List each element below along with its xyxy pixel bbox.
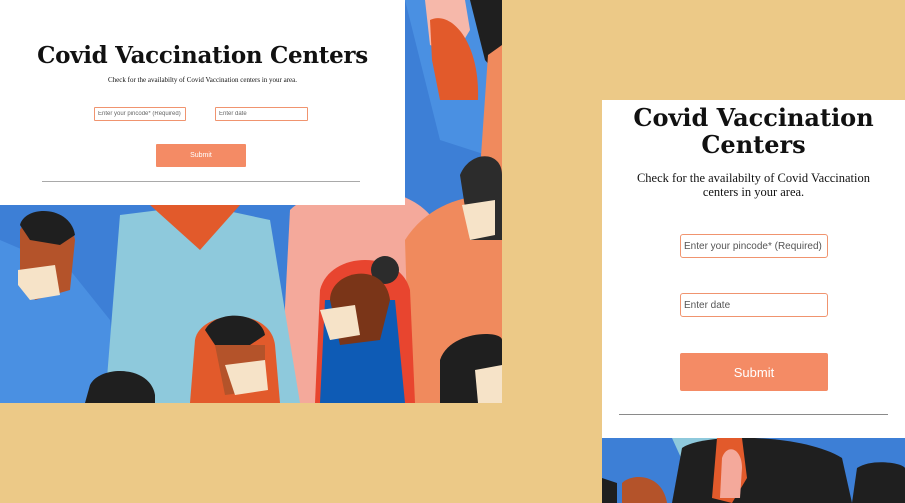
desktop-form-card: Covid Vaccination Centers Check for the …	[0, 0, 405, 205]
pincode-input[interactable]	[94, 107, 186, 121]
page-title: Covid Vaccination Centers	[633, 103, 874, 159]
pincode-input[interactable]	[680, 234, 828, 258]
submit-button[interactable]: Submit	[680, 353, 828, 391]
crowd-illustration	[602, 438, 905, 503]
divider	[619, 414, 888, 415]
divider	[42, 181, 360, 182]
submit-button[interactable]: Submit	[156, 144, 246, 167]
date-input[interactable]	[680, 293, 828, 317]
date-input[interactable]	[215, 107, 308, 121]
mobile-mockup: Covid Vaccination Centers Check for the …	[602, 100, 905, 503]
page-subtitle: Check for the availabilty of Covid Vacci…	[636, 171, 871, 199]
page-title: Covid Vaccination Centers	[37, 42, 368, 69]
desktop-mockup: Covid Vaccination Centers Check for the …	[0, 0, 502, 403]
page-subtitle: Check for the availabilty of Covid Vacci…	[108, 76, 297, 84]
